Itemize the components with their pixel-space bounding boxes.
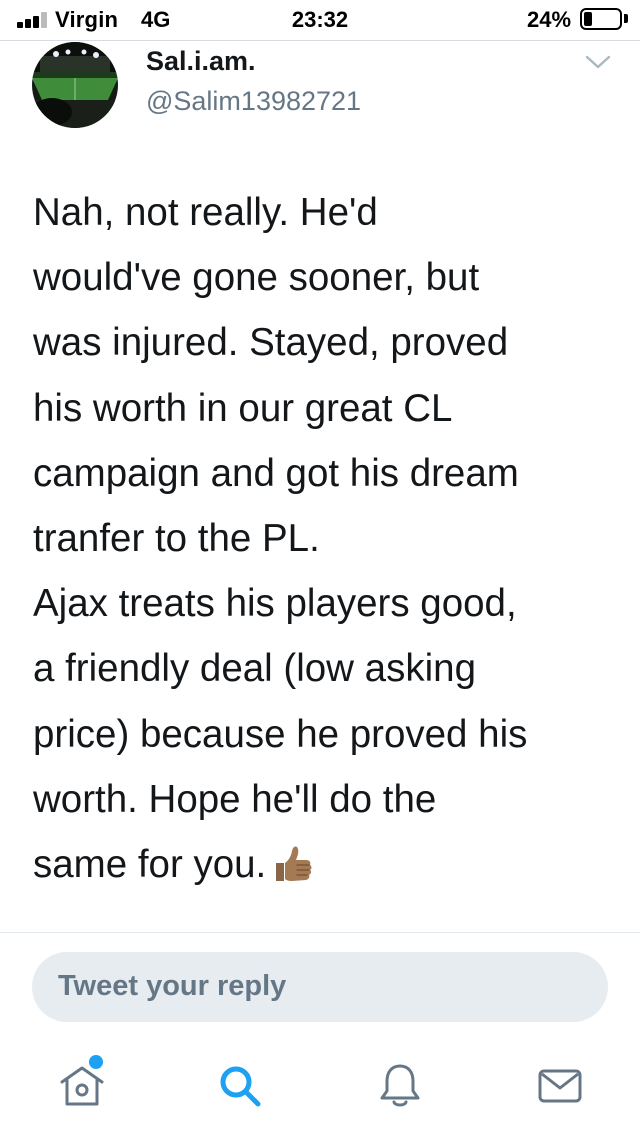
tweet-line: campaign and got his dream bbox=[33, 451, 519, 495]
display-name[interactable]: Sal.i.am. bbox=[146, 46, 256, 77]
chevron-down-icon[interactable] bbox=[583, 52, 613, 72]
mail-icon[interactable] bbox=[534, 1060, 586, 1112]
tweet-line: worth. Hope he'll do the bbox=[33, 777, 437, 821]
tweet-line: was injured. Stayed, proved bbox=[33, 321, 509, 365]
status-bar: Virgin 4G 23:32 24% bbox=[0, 0, 640, 40]
user-handle[interactable]: @Salim13982721 bbox=[146, 86, 361, 117]
home-notification-dot bbox=[89, 1055, 103, 1069]
thumbs-up-emoji-icon bbox=[276, 846, 312, 882]
tweet-text: Nah, not really. He'd would've gone soon… bbox=[33, 180, 623, 897]
home-icon[interactable] bbox=[56, 1060, 108, 1112]
battery-icon bbox=[580, 8, 622, 30]
reply-input[interactable]: Tweet your reply bbox=[32, 952, 608, 1022]
search-icon[interactable] bbox=[214, 1060, 266, 1112]
battery-percent: 24% bbox=[527, 7, 572, 32]
battery-level-fill bbox=[584, 12, 592, 26]
bell-icon[interactable] bbox=[374, 1060, 426, 1112]
avatar[interactable] bbox=[32, 42, 118, 128]
status-divider bbox=[0, 40, 640, 41]
tweet-line: would've gone sooner, but bbox=[33, 256, 480, 300]
tweet-line: price) because he proved his bbox=[33, 712, 528, 756]
stadium-photo-avatar bbox=[32, 42, 118, 128]
reply-divider bbox=[0, 932, 640, 933]
tweet-line: Ajax treats his players good, bbox=[33, 582, 517, 626]
battery-cap bbox=[624, 14, 628, 23]
tweet-line: his worth in our great CL bbox=[33, 386, 453, 430]
reply-placeholder: Tweet your reply bbox=[58, 970, 287, 1002]
tweet-line: Nah, not really. He'd bbox=[33, 191, 378, 234]
tweet-line-last: same for you. bbox=[33, 832, 623, 897]
tweet-line: tranfer to the PL. bbox=[33, 517, 320, 561]
tweet-line: same for you. bbox=[33, 843, 267, 887]
tweet-line: a friendly deal (low asking bbox=[33, 647, 476, 691]
